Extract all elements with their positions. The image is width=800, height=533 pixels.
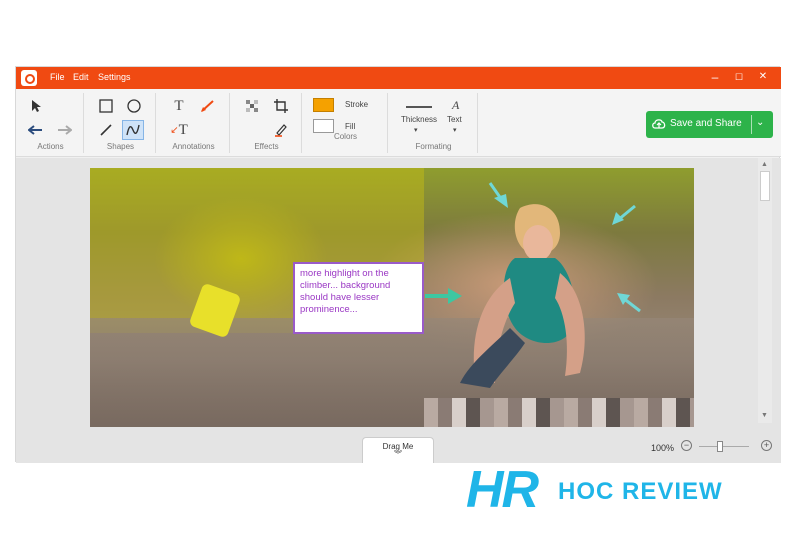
formating-group: Thickness ▾ A Text ▾ Formating xyxy=(390,93,478,153)
annotations-label: Annotations xyxy=(172,142,215,151)
annotations-group: T ↙ T Annotations xyxy=(158,93,230,153)
text-label[interactable]: Text xyxy=(447,115,462,124)
colors-label: Colors xyxy=(333,132,358,141)
zoom-level: 100% xyxy=(651,443,675,453)
scroll-thumb[interactable] xyxy=(760,171,770,201)
formating-label: Formating xyxy=(415,142,452,151)
app-logo-icon xyxy=(21,70,37,86)
arrow-tool-icon[interactable] xyxy=(196,96,218,116)
title-bar: File Edit Settings – ☐ ✕ xyxy=(16,67,781,89)
actions-label: Actions xyxy=(37,142,64,151)
hoc-review-watermark: HR HOC REVIEW xyxy=(466,462,786,518)
rectangle-icon[interactable] xyxy=(95,96,117,116)
pixelated-region xyxy=(424,398,694,427)
maximize-button[interactable]: ☐ xyxy=(732,70,746,84)
save-options-chevron-icon[interactable]: ⌄ xyxy=(756,117,764,128)
canvas-area[interactable]: more highlight on the climber... backgro… xyxy=(16,158,781,463)
save-and-share-label: Save and Share xyxy=(670,118,742,129)
freehand-icon[interactable] xyxy=(122,120,144,140)
cloud-upload-icon xyxy=(652,119,666,129)
colors-group: Stroke Fill Colors xyxy=(304,93,388,153)
crop-icon[interactable] xyxy=(270,96,292,116)
fill-color-swatch[interactable] xyxy=(313,119,334,133)
shapes-label: Shapes xyxy=(106,142,135,151)
zoom-slider[interactable] xyxy=(699,441,749,452)
brand-logo: HR xyxy=(466,461,539,519)
thickness-dropdown-icon[interactable]: ▾ xyxy=(414,126,418,134)
fill-label: Fill xyxy=(345,122,356,131)
scroll-up-icon[interactable]: ▲ xyxy=(761,161,768,168)
menu-edit[interactable]: Edit xyxy=(73,72,89,82)
effects-group: Effects xyxy=(232,93,302,153)
double-chevron-down-icon: ︾ xyxy=(394,450,402,459)
brand-text: HOC REVIEW xyxy=(558,478,723,505)
line-icon[interactable] xyxy=(95,120,117,140)
save-and-share-button[interactable]: Save and Share ⌄ xyxy=(646,111,773,138)
vertical-scrollbar[interactable]: ▲ ▼ xyxy=(758,158,772,423)
text-dropdown-icon[interactable]: ▾ xyxy=(453,126,457,134)
climber-photo[interactable]: more highlight on the climber... backgro… xyxy=(90,168,694,427)
zoom-in-icon[interactable]: + xyxy=(761,440,772,451)
drag-handle[interactable]: Drag Me ︾ xyxy=(362,437,434,463)
save-divider xyxy=(751,115,752,134)
select-pointer-icon[interactable] xyxy=(25,96,47,116)
zoom-slider-thumb[interactable] xyxy=(717,441,723,452)
thickness-label[interactable]: Thickness xyxy=(401,115,437,124)
zoom-out-icon[interactable]: − xyxy=(681,440,692,451)
snapshot-editor-window: File Edit Settings – ☐ ✕ Actions Shapes … xyxy=(15,66,781,463)
menu-file[interactable]: File xyxy=(50,72,65,82)
redo-icon[interactable] xyxy=(53,120,75,140)
highlighter-icon[interactable] xyxy=(270,120,292,140)
effects-label: Effects xyxy=(254,142,279,151)
undo-icon[interactable] xyxy=(25,120,47,140)
scroll-down-icon[interactable]: ▼ xyxy=(761,412,768,419)
pixelate-icon[interactable] xyxy=(241,96,263,116)
stroke-label: Stroke xyxy=(345,100,369,109)
thickness-line-icon[interactable] xyxy=(406,106,432,108)
annotation-note[interactable]: more highlight on the climber... backgro… xyxy=(293,262,424,334)
minimize-button[interactable]: – xyxy=(708,70,722,84)
actions-group: Actions xyxy=(18,93,84,153)
stroke-color-swatch[interactable] xyxy=(313,98,334,112)
close-button[interactable]: ✕ xyxy=(756,70,770,84)
text-style-icon[interactable]: A xyxy=(452,98,459,113)
text-tool-icon[interactable]: T xyxy=(168,96,190,116)
shapes-group: Shapes xyxy=(86,93,156,153)
menu-settings[interactable]: Settings xyxy=(98,72,131,82)
ellipse-icon[interactable] xyxy=(123,96,145,116)
callout-text-icon[interactable]: ↙ T xyxy=(168,120,190,140)
